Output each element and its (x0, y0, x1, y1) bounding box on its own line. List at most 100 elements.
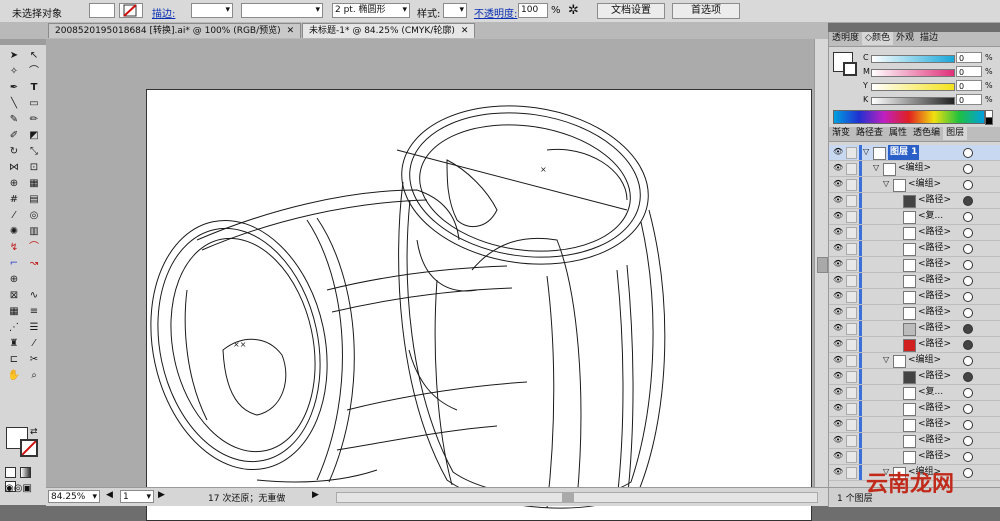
opacity-field[interactable]: 100 (518, 3, 548, 18)
mesh-tool-icon[interactable]: # (6, 193, 22, 207)
channel-value-field[interactable]: 0 (956, 66, 982, 77)
target-circle-icon[interactable] (963, 164, 973, 174)
target-circle-icon[interactable] (963, 148, 973, 158)
recolor-icon[interactable]: ✲ (568, 3, 579, 18)
next-page-icon[interactable]: ▶ (158, 490, 165, 500)
chart-tool-icon[interactable]: ⋰ (6, 321, 22, 335)
column-graph-tool-icon[interactable]: ▥ (26, 225, 42, 239)
arc-tool-icon[interactable]: ⌒ (26, 241, 42, 255)
tab-color-guide[interactable]: 透色编 (910, 127, 943, 140)
close-icon[interactable]: ✕ (287, 26, 295, 36)
pencil-tool-icon[interactable]: ✏ (26, 113, 42, 127)
layer-row[interactable]: 👁 <路径> (829, 433, 1000, 449)
visibility-eye-icon[interactable]: 👁 (833, 276, 843, 284)
draw-normal-icon[interactable]: ◉ (5, 483, 14, 494)
lock-toggle[interactable] (846, 195, 857, 207)
list-tool-icon[interactable]: ☰ (26, 321, 42, 335)
tab-appearance[interactable]: 外观 (893, 32, 917, 45)
brush-definition-field[interactable]: 2 pt. 椭圆形 ▾ (332, 3, 410, 18)
target-circle-icon[interactable] (963, 244, 973, 254)
target-circle-icon[interactable] (963, 388, 973, 398)
visibility-eye-icon[interactable]: 👁 (833, 420, 843, 428)
gradient-mode-icon[interactable] (19, 467, 31, 478)
channel-slider[interactable] (871, 97, 955, 105)
visibility-eye-icon[interactable]: 👁 (833, 260, 843, 268)
layer-row[interactable]: 👁 <路径> (829, 305, 1000, 321)
scissors-tool-icon[interactable]: ✂ (26, 353, 42, 367)
color-mode-icon[interactable] (5, 467, 16, 478)
line-tool-icon[interactable]: ╲ (6, 97, 22, 111)
layer-row[interactable]: 👁 <路径> (829, 401, 1000, 417)
target-circle-icon[interactable] (963, 436, 973, 446)
artboard-crop-tool-icon[interactable]: ⊏ (6, 353, 22, 367)
tab-pathfinder[interactable]: 路径查 (853, 127, 886, 140)
knife-tool-icon[interactable]: ⁄ (26, 337, 42, 351)
target-circle-icon[interactable] (963, 372, 973, 382)
slice-tool-icon[interactable]: ▦ (6, 305, 22, 319)
visibility-eye-icon[interactable]: 👁 (833, 452, 843, 460)
visibility-eye-icon[interactable]: 👁 (833, 468, 843, 476)
scroll-thumb[interactable] (817, 257, 828, 273)
lock-toggle[interactable] (846, 387, 857, 399)
channel-value-field[interactable]: 0 (956, 80, 982, 91)
tab-attributes[interactable]: 属性 (886, 127, 910, 140)
visibility-eye-icon[interactable]: 👁 (833, 228, 843, 236)
lock-toggle[interactable] (846, 227, 857, 239)
lock-toggle[interactable] (846, 291, 857, 303)
lock-toggle[interactable] (846, 147, 857, 159)
visibility-eye-icon[interactable]: 👁 (833, 212, 843, 220)
visibility-eye-icon[interactable]: 👁 (833, 404, 843, 412)
visibility-eye-icon[interactable]: 👁 (833, 164, 843, 172)
anchor-convert-tool-icon[interactable]: ⌐ (6, 257, 22, 271)
artboard[interactable]: ×× × (146, 89, 812, 521)
channel-slider[interactable] (871, 55, 955, 63)
target-circle-icon[interactable] (963, 340, 973, 350)
canvas-area[interactable]: ×× × (46, 39, 814, 521)
target-circle-icon[interactable] (963, 260, 973, 270)
lock-toggle[interactable] (846, 259, 857, 271)
layer-row[interactable]: 👁 <路径> (829, 321, 1000, 337)
visibility-eye-icon[interactable]: 👁 (833, 196, 843, 204)
close-icon[interactable]: ✕ (461, 26, 469, 36)
layer-row[interactable]: 👁 <路径> (829, 289, 1000, 305)
target-circle-icon[interactable] (963, 180, 973, 190)
symbol-sprayer-tool-icon[interactable]: ✺ (6, 225, 22, 239)
rotate-tool-icon[interactable]: ↻ (6, 145, 22, 159)
tab-layers[interactable]: 图层 (943, 127, 968, 140)
horizontal-scrollbar[interactable] (336, 492, 818, 503)
tab-color[interactable]: ◇颜色 (862, 32, 893, 45)
target-circle-icon[interactable] (963, 276, 973, 286)
layer-row[interactable]: 👁 ▽ <编组> (829, 161, 1000, 177)
document-setup-button[interactable]: 文档设置 (597, 3, 665, 19)
blend-tool-icon[interactable]: ◎ (26, 209, 42, 223)
visibility-eye-icon[interactable]: 👁 (833, 388, 843, 396)
lock-toggle[interactable] (846, 419, 857, 431)
eyedropper-tool-icon[interactable]: ⁄ (6, 209, 22, 223)
hand-tool-icon[interactable]: ✋ (6, 369, 22, 383)
perspective-grid-tool-icon[interactable]: ▦ (26, 177, 42, 191)
draw-inside-icon[interactable]: ▣ (22, 483, 31, 494)
path-edit-tool-icon[interactable]: ↝ (26, 257, 42, 271)
first-page-icon[interactable]: ◀ (106, 490, 113, 500)
tab-document-1[interactable]: 2008520195018684 [转换].ai* @ 100% (RGB/预览… (48, 23, 302, 38)
preferences-button[interactable]: 首选项 (672, 3, 740, 19)
target-circle-icon[interactable] (963, 356, 973, 366)
visibility-eye-icon[interactable]: 👁 (833, 340, 843, 348)
layer-row[interactable]: 👁 <复... (829, 385, 1000, 401)
expand-triangle-icon[interactable]: ▽ (873, 163, 879, 172)
fill-swatch[interactable] (89, 3, 115, 18)
expand-triangle-icon[interactable]: ▽ (883, 355, 889, 364)
curvature-tool-icon[interactable]: ↯ (6, 241, 22, 255)
vertical-scrollbar[interactable] (814, 39, 829, 487)
rectangle-tool-icon[interactable]: ▭ (26, 97, 42, 111)
free-transform-tool-icon[interactable]: ⊡ (26, 161, 42, 175)
layer-row[interactable]: 👁 <路径> (829, 193, 1000, 209)
lock-toggle[interactable] (846, 307, 857, 319)
zoom-tool-icon[interactable]: ⌕ (26, 369, 42, 383)
visibility-eye-icon[interactable]: 👁 (833, 148, 843, 156)
tab-document-2[interactable]: 未标题-1* @ 84.25% (CMYK/轮廓) ✕ (302, 23, 476, 38)
stroke-link[interactable]: 描边: (152, 5, 175, 20)
target-circle-icon[interactable] (963, 292, 973, 302)
tab-gradient[interactable]: 渐变 (829, 127, 853, 140)
channel-value-field[interactable]: 0 (956, 52, 982, 63)
